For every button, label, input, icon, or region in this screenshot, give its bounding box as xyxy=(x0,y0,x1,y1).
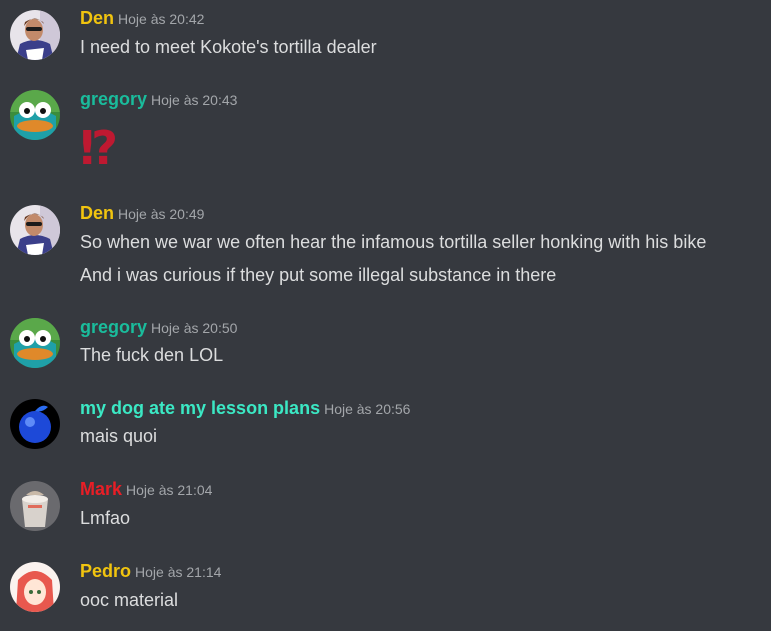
author-name[interactable]: Pedro xyxy=(80,561,131,581)
anime-girl-avatar[interactable] xyxy=(10,562,60,612)
message-header: Pedro Hoje às 21:14 xyxy=(80,561,221,582)
perry-platypus-avatar[interactable] xyxy=(10,318,60,368)
message-text: The fuck den LOL xyxy=(80,345,224,365)
timestamp: Hoje às 20:49 xyxy=(118,206,205,222)
timestamp: Hoje às 20:56 xyxy=(324,401,411,417)
message-text: mais quoi xyxy=(80,426,158,446)
message-header: Den Hoje às 20:42 xyxy=(80,8,204,29)
message-text: And i was curious if they put some illeg… xyxy=(80,265,557,285)
man-with-sunglasses-avatar[interactable] xyxy=(10,10,60,60)
author-name[interactable]: my dog ate my lesson plans xyxy=(80,398,320,418)
interrobang-emoji: ⁉ xyxy=(80,121,118,175)
message-header: gregory Hoje às 20:50 xyxy=(80,317,237,338)
blue-apple-avatar[interactable] xyxy=(10,399,60,449)
author-name[interactable]: Den xyxy=(80,203,114,223)
message-text: I need to meet Kokote's tortilla dealer xyxy=(80,37,377,57)
timestamp: Hoje às 20:43 xyxy=(151,92,238,108)
timestamp: Hoje às 21:04 xyxy=(126,482,213,498)
cup-character-avatar[interactable] xyxy=(10,481,60,531)
message-header: my dog ate my lesson plans Hoje às 20:56 xyxy=(80,398,410,419)
message-text: Lmfao xyxy=(80,508,131,528)
message-header: Mark Hoje às 21:04 xyxy=(80,479,212,500)
timestamp: Hoje às 20:42 xyxy=(118,11,205,27)
author-name[interactable]: gregory xyxy=(80,317,147,337)
man-with-sunglasses-avatar[interactable] xyxy=(10,205,60,255)
author-name[interactable]: Den xyxy=(80,8,114,28)
message-text: ooc material xyxy=(80,590,179,610)
perry-platypus-avatar[interactable] xyxy=(10,90,60,140)
timestamp: Hoje às 21:14 xyxy=(135,564,222,580)
message-header: gregory Hoje às 20:43 xyxy=(80,89,237,110)
author-name[interactable]: Mark xyxy=(80,479,122,499)
timestamp: Hoje às 20:50 xyxy=(151,320,238,336)
author-name[interactable]: gregory xyxy=(80,89,147,109)
message-text: So when we war we often hear the infamou… xyxy=(80,232,707,252)
message-header: Den Hoje às 20:49 xyxy=(80,203,204,224)
